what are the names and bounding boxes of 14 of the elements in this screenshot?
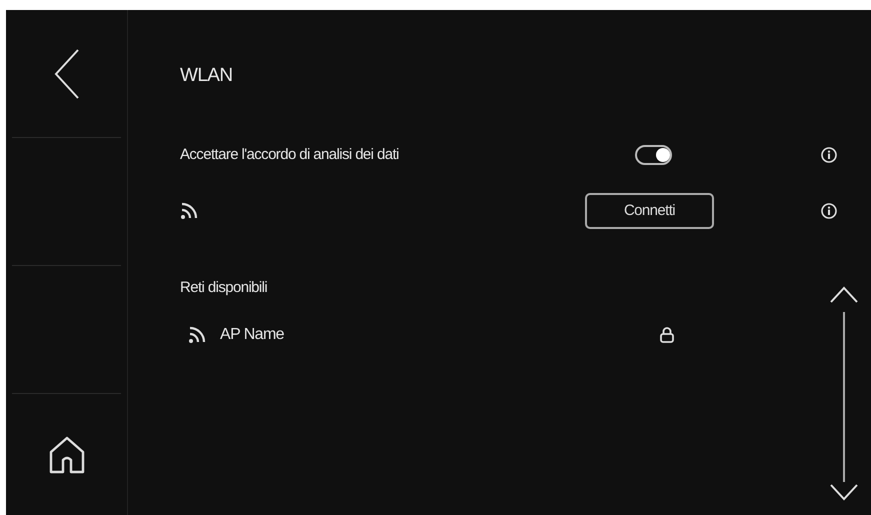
network-name[interactable]: AP Name bbox=[220, 326, 284, 343]
back-icon[interactable] bbox=[54, 48, 80, 98]
setting-label: Accettare l'accordo di analisi dei dati bbox=[180, 146, 399, 163]
info-icon[interactable] bbox=[821, 147, 837, 163]
section-heading: Reti disponibili bbox=[180, 278, 268, 298]
connect-button[interactable]: Connetti bbox=[585, 193, 714, 229]
wifi-icon bbox=[180, 202, 198, 220]
wifi-icon bbox=[188, 326, 206, 344]
scroll-down-icon[interactable] bbox=[830, 484, 858, 500]
home-icon[interactable] bbox=[48, 436, 84, 474]
scroll-up-icon[interactable] bbox=[830, 286, 858, 303]
toggle-switch[interactable] bbox=[635, 145, 672, 165]
info-icon[interactable] bbox=[821, 203, 837, 219]
page-title: WLAN bbox=[180, 64, 232, 88]
